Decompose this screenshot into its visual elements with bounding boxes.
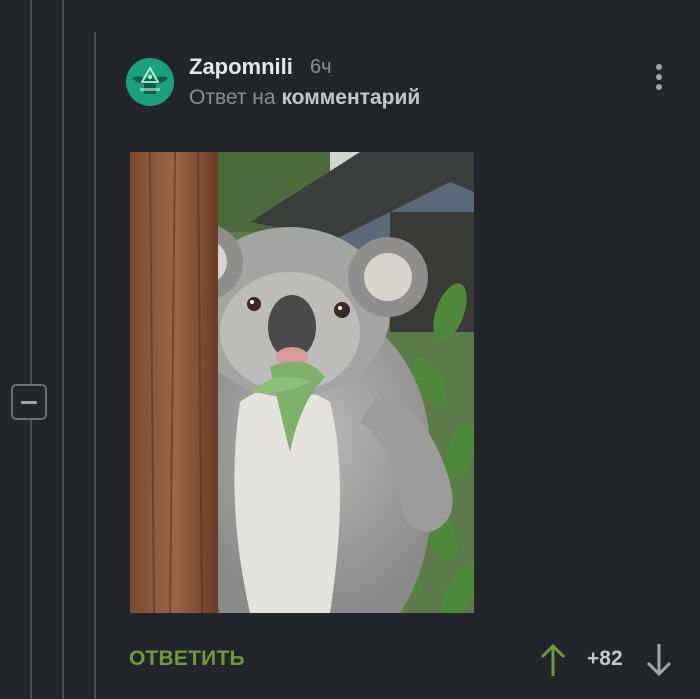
- more-dot-icon: [656, 64, 662, 70]
- more-dot-icon: [656, 84, 662, 90]
- downvote-arrow-icon[interactable]: [644, 642, 674, 678]
- comment-author[interactable]: Zapomnili: [189, 54, 293, 80]
- avatar[interactable]: [126, 58, 174, 106]
- rating-value: +82: [587, 647, 623, 670]
- more-dot-icon: [656, 74, 662, 80]
- thread-line-outer: [30, 0, 32, 699]
- comment-time: 6ч: [310, 56, 332, 78]
- reply-to-prefix: Ответ на: [189, 86, 276, 109]
- comment-image[interactable]: [130, 152, 474, 613]
- collapse-thread-button[interactable]: [11, 384, 47, 420]
- thread-line-inner: [62, 0, 64, 699]
- koala-photo: [130, 152, 474, 613]
- thread-line-current: [94, 32, 96, 699]
- avatar-emblem-icon: [126, 58, 174, 106]
- minus-icon: [21, 400, 37, 404]
- upvote-arrow-icon[interactable]: [538, 642, 568, 678]
- reply-button[interactable]: ОТВЕТИТЬ: [129, 647, 245, 671]
- more-options-button[interactable]: [650, 64, 668, 98]
- reply-to-link[interactable]: комментарий: [281, 86, 420, 109]
- reply-to-line: Ответ на комментарий: [189, 86, 420, 110]
